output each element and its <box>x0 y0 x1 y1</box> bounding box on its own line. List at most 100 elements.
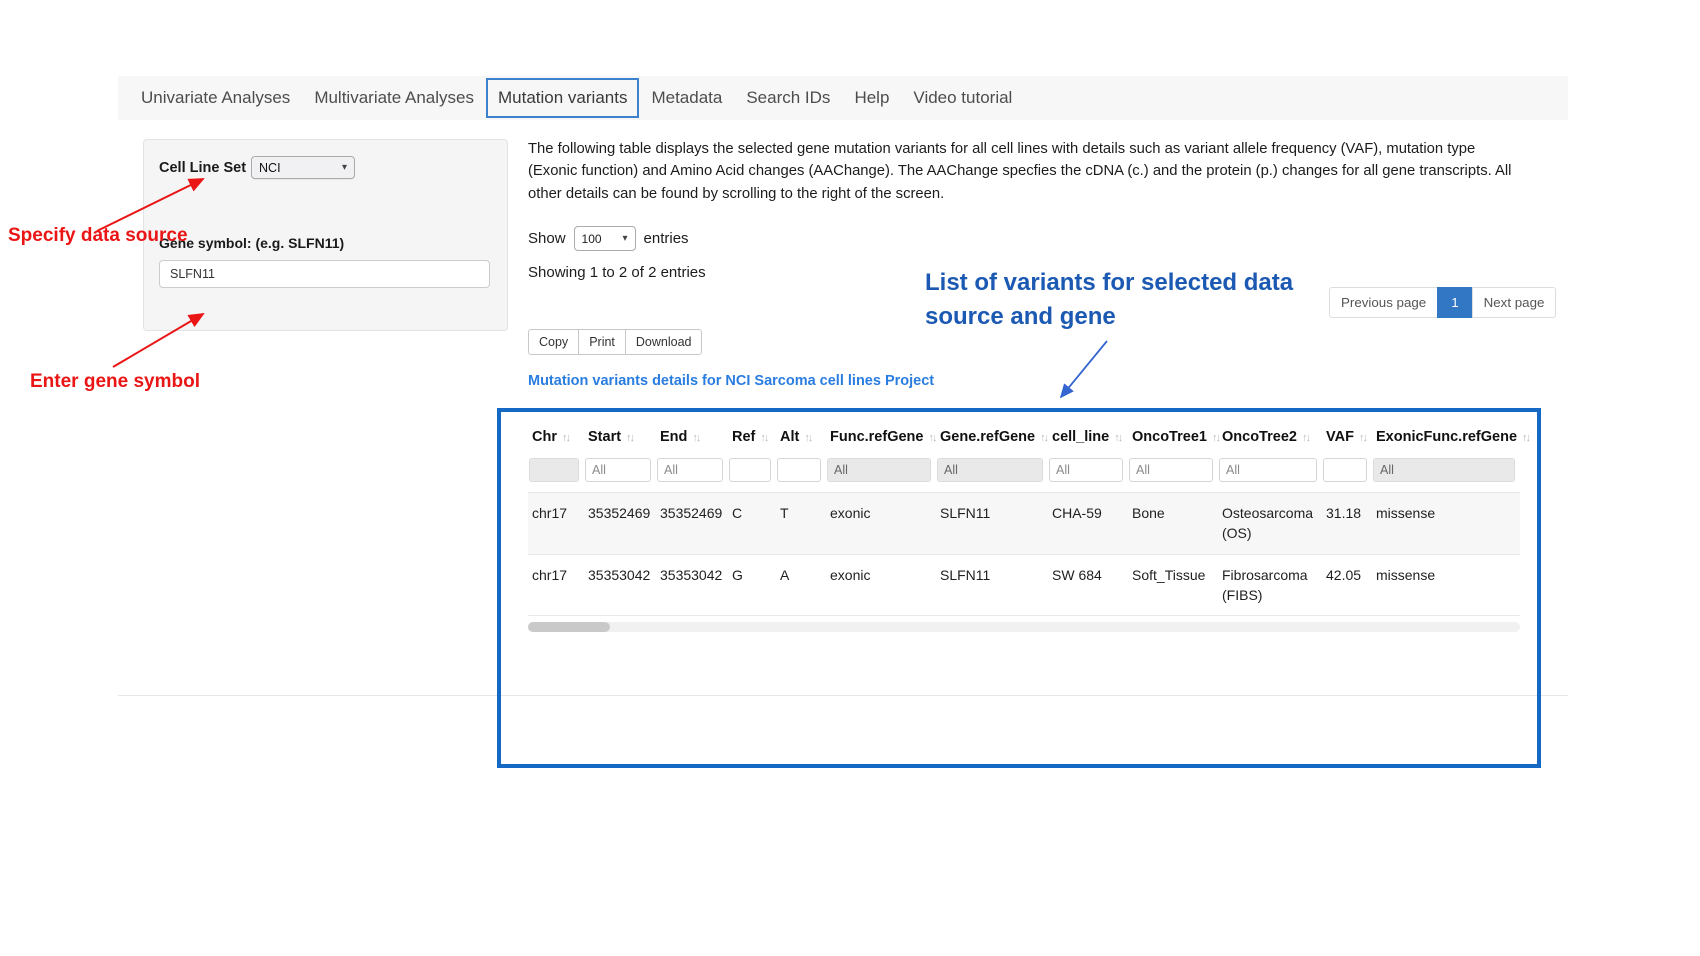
pagination: Previous page 1 Next page <box>1330 287 1556 318</box>
sort-icon[interactable]: ↑↓ <box>1302 432 1309 444</box>
showing-entries-text: Showing 1 to 2 of 2 entries <box>528 264 706 281</box>
sort-icon[interactable]: ↑↓ <box>804 432 811 444</box>
navbar: Univariate AnalysesMultivariate Analyses… <box>118 76 1568 120</box>
annotation-variants-note: List of variants for selected data sourc… <box>925 266 1325 333</box>
page-1-button[interactable]: 1 <box>1437 287 1472 318</box>
horizontal-scrollbar[interactable] <box>528 622 1520 632</box>
filter-func-refgene[interactable] <box>827 458 931 482</box>
variants-table-wrap: Chr↑↓Start↑↓End↑↓Ref↑↓Alt↑↓Func.refGene↑… <box>528 420 1520 632</box>
annotation-specify-data-source: Specify data source <box>8 225 188 247</box>
column-header-chr[interactable]: Chr↑↓ <box>528 420 584 454</box>
sort-icon[interactable]: ↑↓ <box>562 432 569 444</box>
sort-icon[interactable]: ↑↓ <box>928 432 935 444</box>
filter-cell <box>936 454 1048 493</box>
sort-icon[interactable]: ↑↓ <box>760 432 767 444</box>
entries-count-select[interactable]: 100 ▾ <box>574 226 636 251</box>
tab-help[interactable]: Help <box>842 78 901 118</box>
filter-exonicfunc-refgene[interactable] <box>1373 458 1515 482</box>
tab-metadata[interactable]: Metadata <box>639 78 734 118</box>
print-button[interactable]: Print <box>578 329 626 355</box>
cell-exonicfunc-refgene: missense <box>1372 493 1520 555</box>
filter-cell <box>776 454 826 493</box>
filter-oncotree1[interactable] <box>1129 458 1213 482</box>
sort-icon[interactable]: ↑↓ <box>1040 432 1047 444</box>
column-header-start[interactable]: Start↑↓ <box>584 420 656 454</box>
column-header-exonicfunc-refgene[interactable]: ExonicFunc.refGene↑↓ <box>1372 420 1520 454</box>
filter-alt[interactable] <box>777 458 821 482</box>
table-body: chr173535246935352469CTexonicSLFN11CHA-5… <box>528 493 1520 616</box>
table-title-link[interactable]: Mutation variants details for NCI Sarcom… <box>528 373 934 389</box>
cell-exonicfunc-refgene: missense <box>1372 554 1520 616</box>
column-label: Alt <box>780 429 799 445</box>
show-entries-control: Show 100 ▾ entries <box>528 226 689 251</box>
export-buttons: Copy Print Download <box>528 329 702 355</box>
scrollbar-thumb[interactable] <box>528 622 610 632</box>
cell-line-set-label: Cell Line Set <box>159 160 246 176</box>
column-header-end[interactable]: End ↑↓ <box>656 420 728 454</box>
previous-page-button[interactable]: Previous page <box>1329 287 1438 318</box>
column-label: End <box>660 429 687 445</box>
cell-cell-line: SW 684 <box>1048 554 1128 616</box>
filter-cell <box>1322 454 1372 493</box>
tab-univariate-analyses[interactable]: Univariate Analyses <box>129 78 302 118</box>
cell-chr: chr17 <box>528 493 584 555</box>
copy-button[interactable]: Copy <box>528 329 579 355</box>
download-button[interactable]: Download <box>625 329 703 355</box>
column-header-oncotree2[interactable]: OncoTree2↑↓ <box>1218 420 1322 454</box>
filter-start[interactable] <box>585 458 651 482</box>
filter-chr[interactable] <box>529 458 579 482</box>
chevron-down-icon: ▾ <box>623 233 628 244</box>
sort-icon[interactable]: ↑↓ <box>1522 432 1529 444</box>
next-page-button[interactable]: Next page <box>1472 287 1557 318</box>
cell-alt: T <box>776 493 826 555</box>
table-header-row: Chr↑↓Start↑↓End↑↓Ref↑↓Alt↑↓Func.refGene↑… <box>528 420 1520 454</box>
column-header-oncotree1[interactable]: OncoTree1↑↓ <box>1128 420 1218 454</box>
gene-symbol-label: Gene symbol: (e.g. SLFN11) <box>159 235 492 251</box>
sort-icon[interactable]: ↑↓ <box>1359 432 1366 444</box>
filter-vaf[interactable] <box>1323 458 1367 482</box>
filter-cell <box>656 454 728 493</box>
table-row-1[interactable]: chr173535246935352469CTexonicSLFN11CHA-5… <box>528 493 1520 555</box>
column-header-gene-refgene[interactable]: Gene.refGene↑↓ <box>936 420 1048 454</box>
tab-multivariate-analyses[interactable]: Multivariate Analyses <box>302 78 486 118</box>
sort-icon[interactable]: ↑↓ <box>692 432 699 444</box>
gene-symbol-input[interactable] <box>159 260 490 288</box>
cell-ref: G <box>728 554 776 616</box>
cell-line-set-select[interactable]: NCI ▾ <box>251 156 355 179</box>
cell-ref: C <box>728 493 776 555</box>
tab-video-tutorial[interactable]: Video tutorial <box>901 78 1024 118</box>
section-divider <box>118 695 1568 696</box>
filter-cell <box>528 454 584 493</box>
filter-gene-refgene[interactable] <box>937 458 1043 482</box>
cell-start: 35353042 <box>584 554 656 616</box>
cell-end: 35353042 <box>656 554 728 616</box>
column-header-cell-line[interactable]: cell_line↑↓ <box>1048 420 1128 454</box>
cell-end: 35352469 <box>656 493 728 555</box>
column-label: Func.refGene <box>830 429 923 445</box>
column-header-alt[interactable]: Alt ↑↓ <box>776 420 826 454</box>
cell-cell-line: CHA-59 <box>1048 493 1128 555</box>
annotation-enter-gene-symbol: Enter gene symbol <box>30 371 200 393</box>
filter-cell <box>1128 454 1218 493</box>
tab-search-ids[interactable]: Search IDs <box>734 78 842 118</box>
tab-mutation-variants[interactable]: Mutation variants <box>486 78 639 118</box>
variants-table: Chr↑↓Start↑↓End↑↓Ref↑↓Alt↑↓Func.refGene↑… <box>528 420 1520 616</box>
filter-cell <box>584 454 656 493</box>
navbar-tabs: Univariate AnalysesMultivariate Analyses… <box>129 78 1024 118</box>
filter-oncotree2[interactable] <box>1219 458 1317 482</box>
filter-ref[interactable] <box>729 458 771 482</box>
sort-icon[interactable]: ↑↓ <box>1212 432 1219 444</box>
filter-end[interactable] <box>657 458 723 482</box>
column-label: ExonicFunc.refGene <box>1376 429 1517 445</box>
cell-gene-refgene: SLFN11 <box>936 493 1048 555</box>
column-header-func-refgene[interactable]: Func.refGene ↑↓ <box>826 420 936 454</box>
sort-icon[interactable]: ↑↓ <box>1114 432 1121 444</box>
entries-label: entries <box>644 230 689 247</box>
cell-start: 35352469 <box>584 493 656 555</box>
filter-cell-line[interactable] <box>1049 458 1123 482</box>
column-header-ref[interactable]: Ref↑↓ <box>728 420 776 454</box>
sidebar-panel: Cell Line Set NCI ▾ Gene symbol: (e.g. S… <box>143 139 508 331</box>
sort-icon[interactable]: ↑↓ <box>626 432 633 444</box>
table-row-2[interactable]: chr173535304235353042GAexonicSLFN11SW 68… <box>528 554 1520 616</box>
column-header-vaf[interactable]: VAF↑↓ <box>1322 420 1372 454</box>
